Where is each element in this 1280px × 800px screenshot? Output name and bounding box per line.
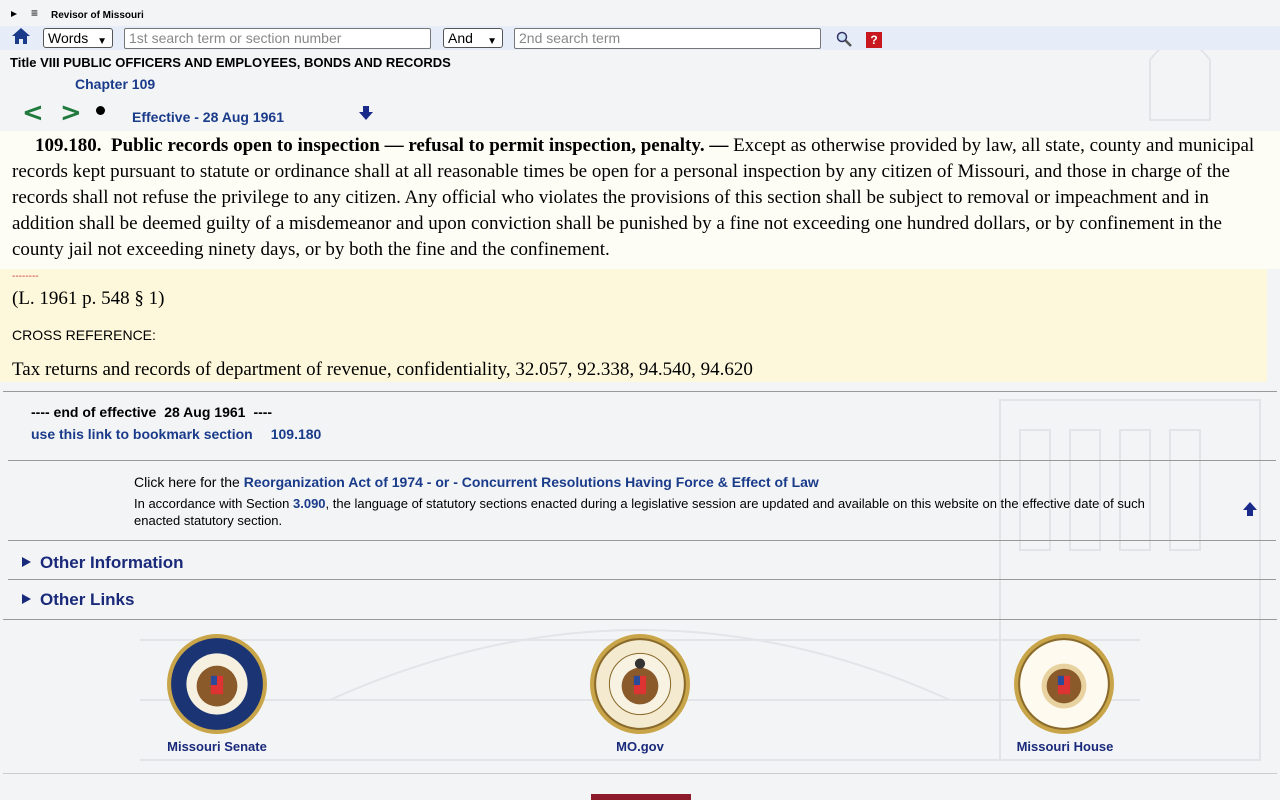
- history-divider: --------: [12, 271, 39, 282]
- other-information-label[interactable]: Other Information: [40, 553, 184, 572]
- search-mode-value: Words: [48, 30, 89, 46]
- expand-triangle-icon[interactable]: [11, 11, 17, 17]
- search-term-1-input[interactable]: 1st search term or section number: [124, 28, 431, 49]
- end-suffix: ----: [253, 404, 273, 420]
- accord-prefix: In accordance with Section: [134, 496, 290, 511]
- section-text: 109.180. Public records open to inspecti…: [12, 133, 1262, 263]
- divider: [3, 619, 1277, 620]
- arrow-down-icon[interactable]: [358, 105, 374, 121]
- hamburger-menu-icon[interactable]: ≡: [31, 7, 38, 19]
- divider: [8, 579, 1276, 580]
- chevron-down-icon: ▼: [97, 36, 107, 47]
- accordance-notice: In accordance with Section 3.090, the la…: [134, 495, 1164, 529]
- footer-banner: [591, 794, 691, 800]
- top-bar: ≡ Revisor of Missouri: [0, 0, 1280, 26]
- disclosure-triangle-icon: [22, 557, 31, 567]
- divider: [8, 540, 1276, 541]
- mo-gov-link[interactable]: MO.gov: [590, 739, 690, 754]
- section-3090-link[interactable]: 3.090: [293, 496, 326, 511]
- missouri-senate-link[interactable]: Missouri Senate: [160, 739, 274, 754]
- bookmark-link[interactable]: use this link to bookmark section 109.180: [31, 426, 321, 442]
- end-date: 28 Aug 1961: [164, 404, 246, 420]
- current-section-dot[interactable]: [96, 106, 105, 115]
- section-number: 109.180.: [35, 135, 102, 156]
- page-title: Title VIII PUBLIC OFFICERS AND EMPLOYEES…: [10, 55, 451, 70]
- search-icon[interactable]: [836, 31, 852, 47]
- end-prefix: ---- end of effective: [31, 404, 157, 420]
- divider: [8, 460, 1276, 461]
- cross-reference-label: CROSS REFERENCE:: [12, 327, 156, 343]
- previous-section-button[interactable]: <: [22, 98, 44, 128]
- disclosure-triangle-icon: [22, 594, 31, 604]
- bookmark-section-number[interactable]: 109.180: [271, 426, 322, 442]
- other-information-toggle[interactable]: Other Information: [22, 553, 184, 573]
- cross-reference-text: Tax returns and records of department of…: [12, 359, 753, 380]
- reorganization-notice: Click here for the Reorganization Act of…: [134, 474, 819, 490]
- missouri-house-link[interactable]: Missouri House: [1000, 739, 1130, 754]
- search-term-2-input[interactable]: 2nd search term: [514, 28, 821, 49]
- next-section-button[interactable]: >: [60, 98, 82, 128]
- house-seal-logo[interactable]: [1013, 633, 1115, 735]
- other-links-toggle[interactable]: Other Links: [22, 590, 134, 610]
- divider: [3, 391, 1277, 392]
- site-name: Revisor of Missouri: [51, 10, 144, 21]
- reorganization-act-link[interactable]: Reorganization Act of 1974 - or - Concur…: [244, 474, 819, 490]
- other-links-label[interactable]: Other Links: [40, 590, 134, 609]
- senate-seal-logo[interactable]: [166, 633, 268, 735]
- effective-date-link[interactable]: Effective - 28 Aug 1961: [132, 109, 284, 125]
- search-operator-value: And: [448, 30, 473, 46]
- search-mode-select[interactable]: Words ▼: [43, 28, 113, 48]
- chevron-down-icon: ▼: [487, 36, 497, 47]
- reorg-prefix: Click here for the: [134, 474, 240, 490]
- law-citation: (L. 1961 p. 548 § 1): [12, 288, 165, 309]
- arrow-up-icon[interactable]: [1242, 501, 1258, 517]
- state-seal-logo[interactable]: [589, 633, 691, 735]
- divider: [3, 773, 1277, 774]
- end-of-effective: ---- end of effective 28 Aug 1961 ----: [31, 404, 272, 420]
- bookmark-text[interactable]: use this link to bookmark section: [31, 426, 253, 442]
- chapter-link[interactable]: Chapter 109: [75, 76, 155, 92]
- section-heading: Public records open to inspection — refu…: [111, 135, 729, 156]
- home-icon[interactable]: [11, 26, 31, 46]
- help-button[interactable]: ?: [866, 32, 882, 48]
- search-bar: Words ▼ 1st search term or section numbe…: [0, 26, 1280, 50]
- search-operator-select[interactable]: And ▼: [443, 28, 503, 48]
